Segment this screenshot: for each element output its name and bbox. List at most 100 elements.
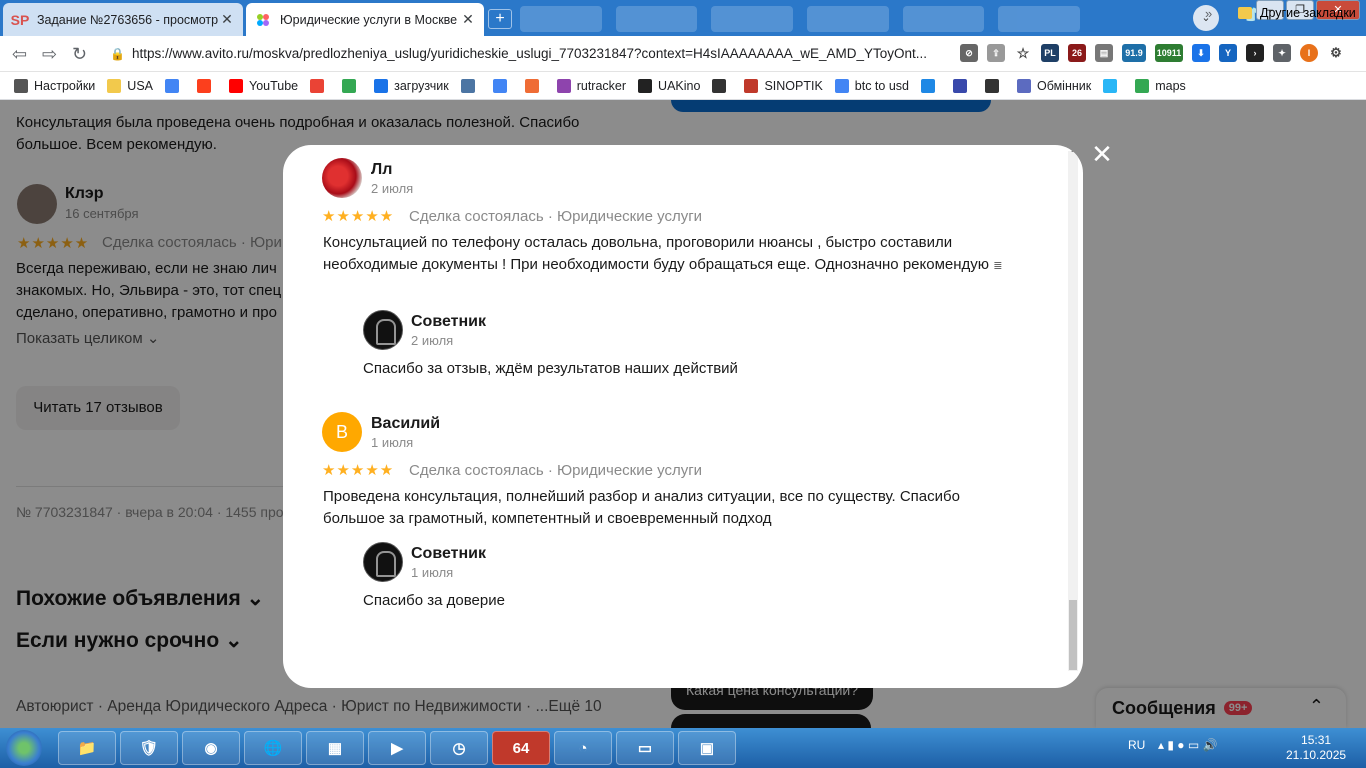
deal-status: Сделка состоялась · Юридические услуги [409, 208, 703, 225]
browser-toolbar: ⇦ ⇨ ↻ 🔒 https://www.avito.ru/moskva/pred… [0, 36, 1366, 72]
globe-app-icon[interactable]: 🌐 [244, 731, 302, 765]
tray-icons[interactable]: ▴ ▮ ● ▭ 🔊 [1158, 738, 1218, 752]
figure-icon [712, 78, 727, 93]
start-button[interactable] [6, 730, 42, 766]
reply-text: Спасибо за доверие [363, 592, 505, 609]
url-text: https://www.avito.ru/moskva/predlozheniy… [132, 46, 928, 61]
bookmarks-overflow-icon[interactable]: » [1205, 6, 1212, 21]
windows-taskbar: 📁 🛡 ◉ 🌐 ▦ ▶ ◷ 64 ◔ ▭ ▣ RU ▴ ▮ ● ▭ 🔊 15:3… [0, 728, 1366, 768]
scrollbar-thumb[interactable] [1069, 600, 1077, 670]
bookmark-f[interactable] [524, 78, 545, 93]
bookmark-label: USA [127, 78, 153, 93]
bookmark-bc[interactable] [984, 78, 1005, 93]
explorer-app-icon[interactable]: 📁 [58, 731, 116, 765]
new-tab-button[interactable]: + [488, 9, 512, 29]
monitor-app-icon[interactable]: ▦ [306, 731, 364, 765]
tab-avito[interactable]: Юридические услуги в Москве | ✕ [246, 3, 484, 36]
chart-app-icon[interactable]: ◔ [554, 731, 612, 765]
bookmark-drive[interactable] [342, 78, 362, 93]
avatar [322, 158, 362, 198]
temperature-extension-icon[interactable]: 91.9 [1122, 44, 1146, 62]
app-64-icon[interactable]: 64 [492, 731, 550, 765]
terminal-app-icon[interactable]: ▣ [678, 731, 736, 765]
settings-gear-icon[interactable]: ⚙ [1327, 44, 1345, 62]
bookmark-snowflake[interactable] [1103, 78, 1123, 93]
bookmark-figure[interactable] [712, 78, 732, 93]
bookmark-label: YouTube [249, 78, 299, 93]
back-arrow-icon[interactable]: ⇦ [12, 44, 27, 65]
reply-author: Советник [411, 545, 486, 562]
rutracker-icon [556, 78, 571, 93]
bookmark-maps[interactable]: maps [1135, 78, 1186, 93]
tab-close-icon[interactable]: ✕ [219, 11, 235, 28]
system-clock[interactable]: 15:31 21.10.2025 [1286, 733, 1346, 763]
number-extension-icon[interactable]: 10911 [1155, 44, 1183, 62]
bookmark-btc-to-usd[interactable]: btc to usd [834, 78, 909, 93]
gmail-icon [310, 78, 325, 93]
avatar [363, 310, 403, 350]
bookmark-google[interactable] [165, 78, 185, 93]
bookmark-label: rutracker [576, 78, 627, 93]
shield-app-icon[interactable]: 🛡 [120, 731, 178, 765]
bookmark-label: Обмінник [1036, 78, 1092, 93]
scroll-up-arrow-icon[interactable]: ▲ [1070, 147, 1077, 154]
folder-extension-icon[interactable]: ▤ [1095, 44, 1113, 62]
bookmark-обмінник[interactable]: Обмінник [1016, 78, 1092, 93]
tab-task[interactable]: SP Задание №2763656 - просмотр з ✕ [3, 3, 243, 36]
chrome-app-icon[interactable]: ◉ [182, 731, 240, 765]
bookmark-star-icon[interactable]: ☆ [1014, 44, 1032, 62]
bookmark-usa[interactable]: USA [107, 78, 153, 93]
puzzle-icon[interactable]: ✦ [1273, 44, 1291, 62]
media-app-icon[interactable]: ▶ [368, 731, 426, 765]
rating-stars-icon: ★★★★★ [322, 462, 395, 479]
terminal-extension-icon[interactable]: › [1246, 44, 1264, 62]
bookmark-vk[interactable] [460, 78, 481, 93]
extensions-row: ⊘ ⇪ ☆ PL 26 ▤ 91.9 10911 ⬇ Y › ✦ I ⚙ [960, 44, 1345, 62]
bookmark-p[interactable] [920, 78, 941, 93]
review-date: 1 июля [371, 435, 414, 450]
close-icon[interactable]: ✕ [1090, 141, 1114, 167]
language-indicator[interactable]: RU [1128, 738, 1145, 752]
other-bookmarks-label: Другие закладки [1260, 6, 1356, 20]
bookmark-gmail[interactable] [310, 78, 330, 93]
site-settings-icon[interactable]: ⊘ [960, 44, 978, 62]
tab-close-icon[interactable]: ✕ [460, 11, 476, 28]
tab-title: Юридические услуги в Москве | [280, 12, 460, 27]
notepad-app-icon[interactable]: ▭ [616, 731, 674, 765]
gear-icon [14, 78, 28, 93]
forward-arrow-icon[interactable]: ⇨ [42, 44, 57, 65]
bookmark-translate[interactable] [492, 78, 513, 93]
lock-icon: 🔒 [110, 47, 125, 61]
profile-avatar-icon[interactable]: I [1300, 44, 1318, 62]
bookmark-arrow[interactable] [952, 78, 973, 93]
bookmarks-bar: Настройки USA YouTube загрузчик rutracker UAK… [0, 72, 1366, 100]
reviewer-name: Лл [371, 161, 393, 178]
other-bookmarks[interactable]: Другие закладки [1238, 6, 1356, 20]
thermometer-icon [744, 78, 759, 93]
scrollbar[interactable] [1068, 151, 1078, 671]
bookmark-загрузчик[interactable]: загрузчик [374, 78, 449, 93]
bc-icon [984, 78, 999, 93]
bookmark-youtube[interactable]: YouTube [229, 78, 299, 93]
bookmark-rutracker[interactable]: rutracker [556, 78, 627, 93]
reload-icon[interactable]: ↻ [72, 44, 87, 65]
address-bar[interactable]: 🔒 https://www.avito.ru/moskva/predlozhen… [104, 42, 950, 66]
bookmark-настройки[interactable]: Настройки [14, 78, 95, 93]
bookmark-label: UAKino [658, 78, 701, 93]
arrow-icon [952, 78, 967, 93]
avatar: В [322, 412, 362, 452]
reply-author: Советник [411, 313, 486, 330]
v-extension-icon[interactable]: Y [1219, 44, 1237, 62]
bookmark-label: SINOPTIK [764, 78, 823, 93]
bookmark-sinoptik[interactable]: SINOPTIK [744, 78, 823, 93]
download-icon[interactable]: ⬇ [1192, 44, 1210, 62]
bookmark-yandex[interactable] [197, 78, 217, 93]
clock-app-icon[interactable]: ◷ [430, 731, 488, 765]
pl-extension-icon[interactable]: PL [1041, 44, 1059, 62]
share-icon[interactable]: ⇪ [987, 44, 1005, 62]
bookmark-uakino[interactable]: UAKino [638, 78, 701, 93]
tab-strip: SP Задание №2763656 - просмотр з ✕ Юриди… [0, 0, 1366, 36]
counter-extension-icon[interactable]: 26 [1068, 44, 1086, 62]
background-tabs [520, 6, 1081, 32]
review-text: Консультацией по телефону осталась довол… [323, 232, 1033, 277]
